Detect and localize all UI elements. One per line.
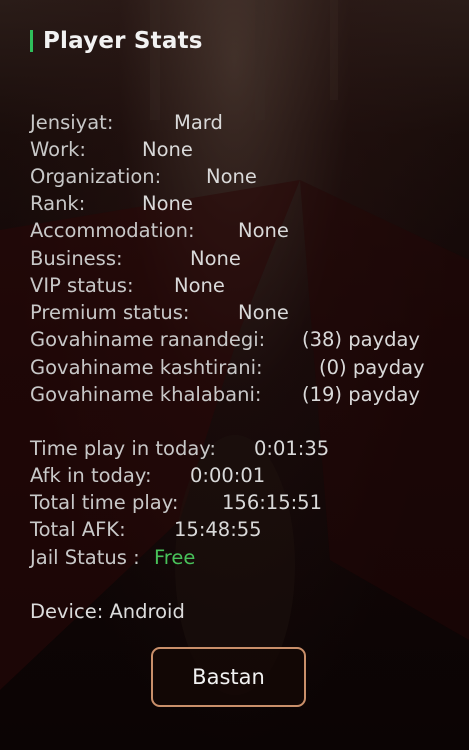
stat-label: Afk in today: — [30, 464, 152, 487]
stat-label: Accommodation: — [30, 219, 195, 242]
stat-label: Total AFK: — [30, 518, 126, 541]
stat-label: Jensiyat: — [30, 111, 114, 134]
stat-value: 0:00:01 — [190, 464, 266, 487]
stat-value: None — [190, 247, 241, 270]
stat-label: Total time play: — [30, 491, 179, 514]
jail-status-value: Free — [154, 546, 196, 569]
stat-value: (0) payday — [319, 356, 425, 379]
close-button[interactable]: Bastan — [151, 647, 306, 707]
stat-value: None — [238, 301, 289, 324]
title-accent-bar — [30, 30, 33, 52]
stat-label: Business: — [30, 247, 123, 270]
stat-label: Rank: — [30, 192, 86, 215]
player-stats-dialog: Player Stats Jensiyat: Mard Work: None O… — [0, 0, 469, 750]
stat-label: Time play in today: — [30, 437, 216, 460]
stat-label: VIP status: — [30, 274, 134, 297]
jail-status-label: Jail Status : — [30, 546, 140, 569]
stat-value: 156:15:51 — [222, 491, 322, 514]
dialog-title: Player Stats — [43, 28, 203, 54]
device-text: Device: Android — [30, 600, 185, 623]
stat-value: None — [238, 219, 289, 242]
stat-value: None — [142, 138, 193, 161]
stat-label: Work: — [30, 138, 86, 161]
stat-value: (19) payday — [302, 383, 420, 406]
stat-value: Mard — [174, 111, 223, 134]
stat-label: Organization: — [30, 165, 162, 188]
stat-value: None — [142, 192, 193, 215]
stat-value: 0:01:35 — [254, 437, 330, 460]
close-button-label: Bastan — [192, 665, 265, 689]
stat-value: 15:48:55 — [174, 518, 262, 541]
stat-value: (38) payday — [302, 328, 420, 351]
stat-label: Govahiname ranandegi: — [30, 328, 266, 351]
stat-value: None — [206, 165, 257, 188]
dialog-header: Player Stats — [30, 24, 203, 58]
stat-label: Premium status: — [30, 301, 190, 324]
stat-value: None — [174, 274, 225, 297]
stat-label: Govahiname khalabani: — [30, 383, 262, 406]
stat-label: Govahiname kashtirani: — [30, 356, 263, 379]
